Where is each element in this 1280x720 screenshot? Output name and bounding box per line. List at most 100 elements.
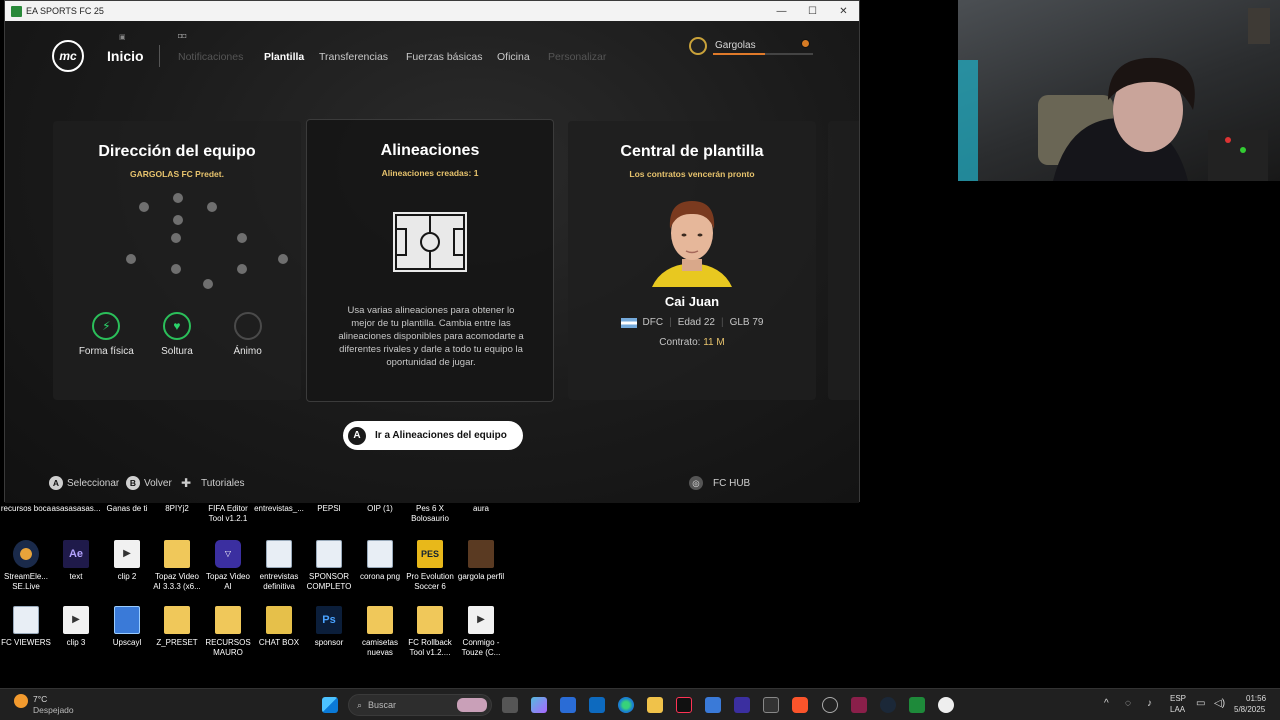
- nav-customize[interactable]: Personalizar: [548, 51, 606, 63]
- desktop-icon[interactable]: camisetas nuevas: [354, 606, 406, 658]
- desktop-icon[interactable]: StreamEle... SE.Live: [0, 540, 52, 592]
- desktop-icon[interactable]: recursos boca: [0, 504, 52, 514]
- team-management-card[interactable]: Dirección del equipo GARGOLAS FC Predet.…: [53, 121, 301, 400]
- taskbar: 7°C Despejado ⌕ Buscar ^ ◌ ♪ ESP LAA ▭ ◁…: [0, 688, 1280, 720]
- desktop-icon[interactable]: PEPSI: [303, 504, 355, 514]
- next-card[interactable]: [828, 121, 859, 400]
- desktop-icon[interactable]: SPONSOR COMPLETO: [303, 540, 355, 592]
- stat-label: Soltura: [161, 346, 193, 357]
- desktop-icon[interactable]: Pes 6 X Bolosaurio: [404, 504, 456, 524]
- close-button[interactable]: ✕: [828, 6, 859, 17]
- tiktok-icon[interactable]: [676, 697, 692, 713]
- desktop-icon[interactable]: entrevistas definitiva: [253, 540, 305, 592]
- nav-youth[interactable]: Fuerzas básicas: [406, 51, 482, 63]
- desktop-icon[interactable]: Z_PRESET: [151, 606, 203, 648]
- desktop-icon[interactable]: Ae text: [50, 540, 102, 582]
- desktop-icon[interactable]: asasasasas...: [50, 504, 102, 514]
- topaz-taskbar-icon[interactable]: [734, 697, 750, 713]
- go-to-lineups-button[interactable]: A Ir a Alineaciones del equipo: [343, 421, 523, 450]
- club-profile[interactable]: Gargolas: [689, 36, 813, 66]
- network-tray-icon[interactable]: ◌: [1125, 698, 1131, 709]
- edge-icon[interactable]: [618, 697, 634, 713]
- desktop-icon[interactable]: Ganas de ti: [101, 504, 153, 514]
- desktop-icon[interactable]: Upscayl: [101, 606, 153, 648]
- desktop-icon[interactable]: ▶ clip 2: [101, 540, 153, 582]
- icon-label: SPONSOR COMPLETO: [306, 572, 352, 591]
- nav-squad[interactable]: Plantilla: [264, 51, 304, 63]
- desktop-icon[interactable]: entrevistas_...: [253, 504, 305, 514]
- clock-date[interactable]: 5/8/2025: [1234, 705, 1265, 714]
- volume-icon[interactable]: ◁): [1214, 698, 1225, 709]
- game-window: EA SPORTS FC 25 — ☐ ✕ mc Inicio ▣ ◘◘ Not…: [4, 0, 860, 503]
- clock-time[interactable]: 01:56: [1246, 694, 1266, 703]
- copilot-icon[interactable]: [531, 697, 547, 713]
- notification-dot-icon: [801, 39, 810, 48]
- monitor-icon[interactable]: ▭: [1196, 698, 1205, 709]
- icon-label: entrevistas_...: [254, 504, 304, 513]
- lineups-card[interactable]: Alineaciones Alineaciones creadas: 1 Usa…: [306, 119, 554, 402]
- mic-icon[interactable]: ♪: [1147, 698, 1152, 709]
- chevron-up-icon[interactable]: ^: [1104, 698, 1109, 709]
- desktop-icon[interactable]: aura: [455, 504, 507, 514]
- career-mode-logo[interactable]: mc: [52, 40, 84, 72]
- nav-home[interactable]: Inicio: [107, 48, 144, 64]
- hint-select[interactable]: A Seleccionar: [49, 476, 119, 490]
- window-titlebar[interactable]: EA SPORTS FC 25 — ☐ ✕: [5, 1, 859, 21]
- desktop-icon[interactable]: ▽ Topaz Video AI: [202, 540, 254, 592]
- minimize-button[interactable]: —: [766, 6, 797, 17]
- goalkeeper-dot: [203, 279, 213, 289]
- desktop-icon[interactable]: gargola perfil: [455, 540, 507, 582]
- desktop-icon[interactable]: Ps sponsor: [303, 606, 355, 648]
- media-player-icon[interactable]: [938, 697, 954, 713]
- desktop-icon[interactable]: FIFA Editor Tool v1.2.1: [202, 504, 254, 524]
- obs-icon[interactable]: [822, 697, 838, 713]
- desktop-icon[interactable]: ▶ Conmigo - Touze (C...: [455, 606, 507, 658]
- hint-tutorials[interactable]: ✚ Tutoriales: [181, 476, 245, 490]
- weather-temp[interactable]: 7°C: [33, 694, 47, 704]
- player-dot: [237, 233, 247, 243]
- task-view-icon[interactable]: [502, 697, 518, 713]
- fc25-taskbar-icon[interactable]: [909, 697, 925, 713]
- nav-notifications[interactable]: Notificaciones: [178, 51, 243, 63]
- maximize-button[interactable]: ☐: [797, 6, 828, 17]
- fc-hub-button[interactable]: ◎ FC HUB: [689, 476, 750, 490]
- desktop-icon[interactable]: FC Rollback Tool v1.2....: [404, 606, 456, 658]
- desktop-icon[interactable]: Topaz Video AI 3.3.3 (x6...: [151, 540, 203, 592]
- streamelements-icon: [13, 540, 39, 568]
- player-dot: [126, 254, 136, 264]
- desktop-icon[interactable]: 8PIYj2: [151, 504, 203, 514]
- keyboard-layout[interactable]: LAA: [1170, 705, 1185, 714]
- nav-transfers[interactable]: Transferencias: [319, 51, 388, 63]
- hub-icon: ◎: [689, 476, 703, 490]
- app-icon: [11, 5, 22, 17]
- desktop-icon[interactable]: PES Pro Evolution Soccer 6: [404, 540, 456, 592]
- weather-desc[interactable]: Despejado: [33, 705, 74, 715]
- icon-label: Pro Evolution Soccer 6: [406, 572, 454, 591]
- desktop-icon[interactable]: ▶ clip 3: [50, 606, 102, 648]
- controller-icon: ◘◘: [178, 33, 187, 40]
- windows-start-icon[interactable]: [322, 697, 338, 713]
- folder-icon: [266, 606, 292, 634]
- voicemeeter-icon[interactable]: [851, 697, 867, 713]
- store-icon[interactable]: [560, 697, 576, 713]
- desktop-icon[interactable]: RECURSOS MAURO: [202, 606, 254, 658]
- nav-office[interactable]: Oficina: [497, 51, 530, 63]
- outlook-icon[interactable]: [589, 697, 605, 713]
- desktop-icon[interactable]: FC VIEWERS: [0, 606, 52, 648]
- desktop-icon[interactable]: corona png: [354, 540, 406, 582]
- squad-hub-card[interactable]: Central de plantilla Los contratos vence…: [568, 121, 816, 400]
- desktop-icon[interactable]: OIP (1): [354, 504, 406, 514]
- hint-back[interactable]: B Volver: [126, 476, 172, 490]
- cta-label: Ir a Alineaciones del equipo: [375, 430, 507, 441]
- steam-icon[interactable]: [880, 697, 896, 713]
- icon-label: PEPSI: [317, 504, 341, 513]
- brave-icon[interactable]: [792, 697, 808, 713]
- file-explorer-icon[interactable]: [647, 697, 663, 713]
- desktop-icon[interactable]: CHAT BOX: [253, 606, 305, 648]
- app-mm-icon[interactable]: [763, 697, 779, 713]
- language-indicator[interactable]: ESP: [1170, 694, 1186, 703]
- nav-divider: [159, 45, 160, 67]
- upscayl-taskbar-icon[interactable]: [705, 697, 721, 713]
- hint-label: Seleccionar: [67, 477, 120, 489]
- search-box[interactable]: ⌕ Buscar: [348, 694, 492, 716]
